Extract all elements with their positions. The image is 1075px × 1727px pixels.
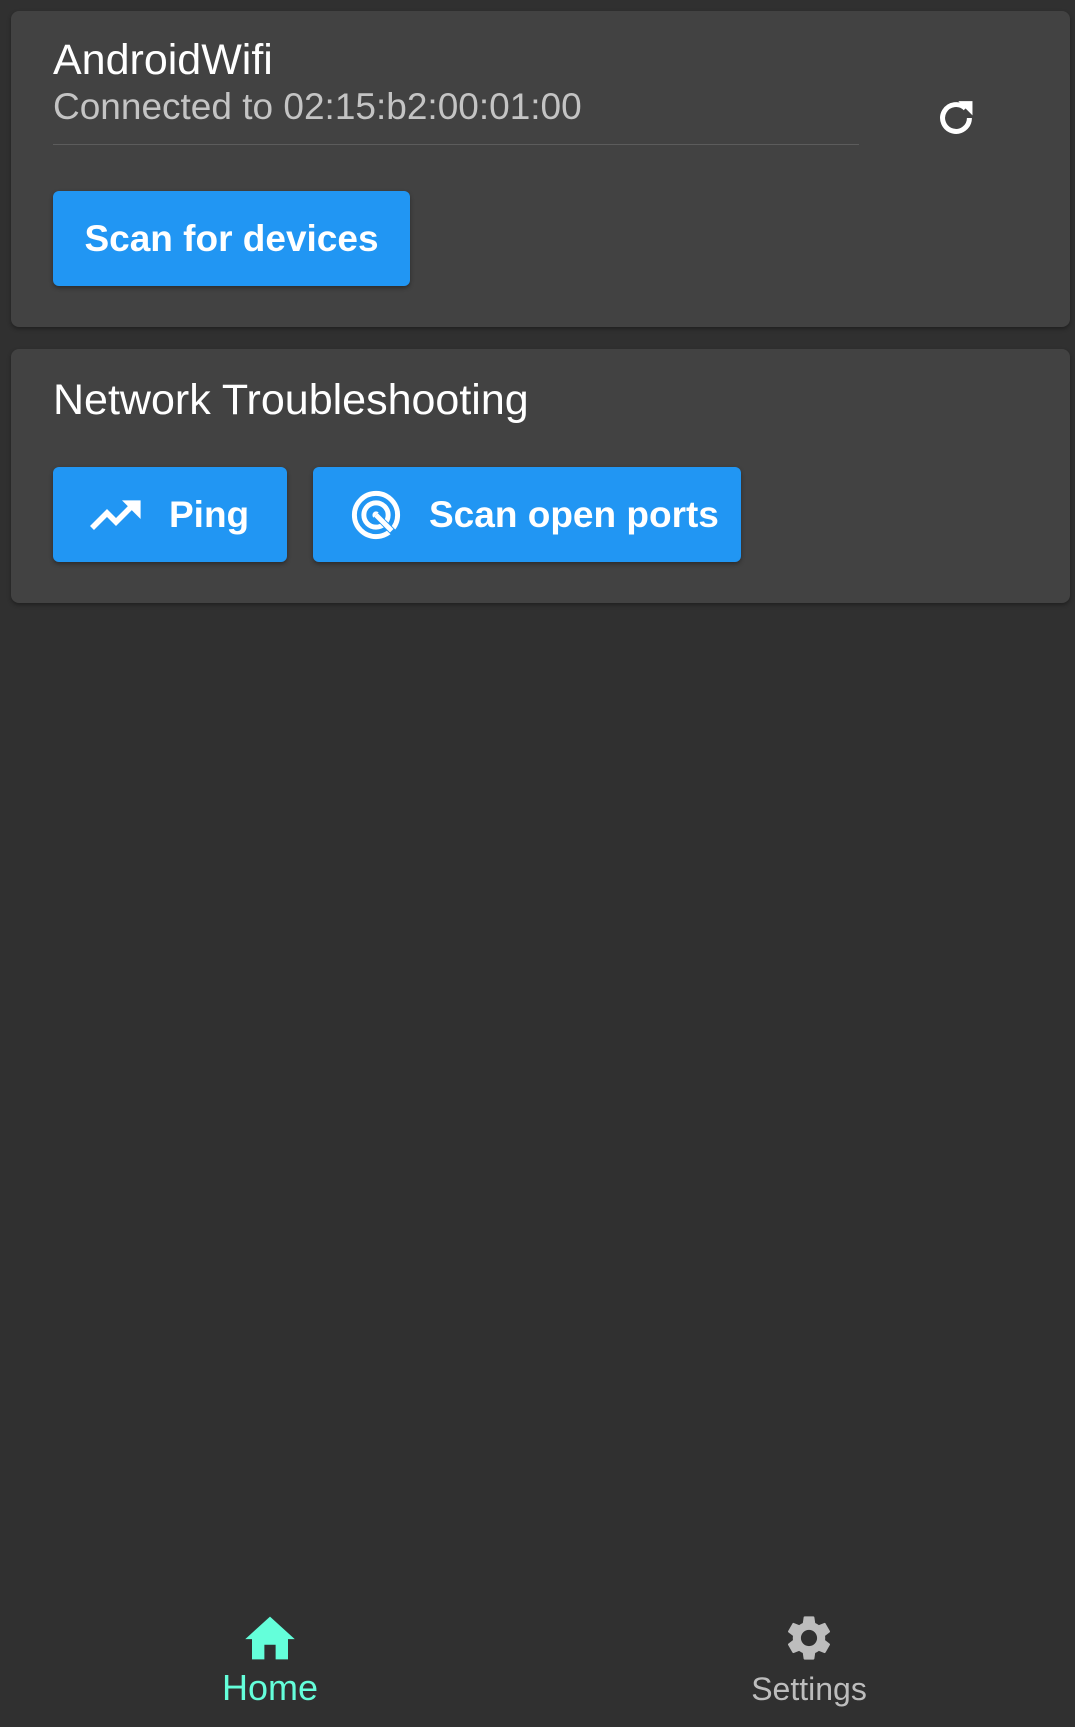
divider [53, 144, 859, 145]
ping-label: Ping [169, 493, 250, 535]
nav-item-settings[interactable]: Settings [659, 1597, 959, 1727]
trending-up-icon [89, 498, 143, 532]
scan-ports-label: Scan open ports [429, 493, 719, 535]
scan-devices-button[interactable]: Scan for devices [53, 191, 410, 286]
bottom-navigation: Home Settings [0, 1597, 1075, 1727]
home-icon [243, 1611, 297, 1665]
network-name: AndroidWifi [53, 36, 273, 84]
nav-label-home: Home [221, 1667, 319, 1708]
troubleshooting-card: Network Troubleshooting Ping Scan open p… [11, 349, 1070, 603]
connection-status: Connected to 02:15:b2:00:01:00 [53, 86, 582, 127]
gear-icon [782, 1611, 836, 1665]
scan-devices-label: Scan for devices [84, 217, 379, 259]
ping-button[interactable]: Ping [53, 467, 287, 562]
target-icon [349, 488, 403, 542]
troubleshooting-title: Network Troubleshooting [53, 376, 529, 424]
nav-label-settings: Settings [751, 1671, 867, 1707]
refresh-icon [940, 101, 973, 134]
nav-item-home[interactable]: Home [120, 1597, 420, 1727]
wifi-card: AndroidWifi Connected to 02:15:b2:00:01:… [11, 11, 1070, 327]
scan-ports-button[interactable]: Scan open ports [313, 467, 741, 562]
refresh-button[interactable] [921, 83, 991, 153]
